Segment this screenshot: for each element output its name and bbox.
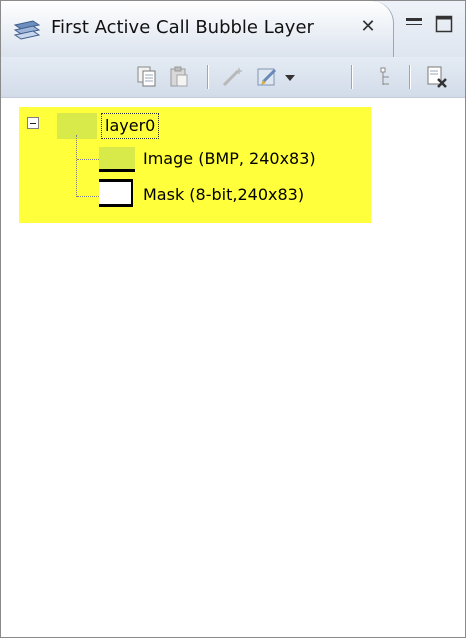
tree-connector [77, 159, 101, 160]
edit-icon[interactable] [255, 65, 279, 89]
mask-icon [99, 179, 133, 207]
tree-item-mask[interactable]: Mask (8-bit,240x83) [143, 183, 304, 207]
view-tab[interactable]: First Active Call Bubble Layer ✕ [1, 1, 394, 57]
toolbar-separator [207, 65, 209, 89]
layer-panel: First Active Call Bubble Layer ✕ layer0 … [0, 0, 466, 638]
hierarchy-icon[interactable] [375, 65, 399, 89]
tree-item-image[interactable]: Image (BMP, 240x83) [143, 147, 316, 171]
image-icon [99, 147, 135, 172]
minimize-icon[interactable] [403, 13, 425, 35]
layers-icon [13, 20, 41, 40]
collapse-toggle[interactable] [27, 117, 39, 129]
copy-icon[interactable] [135, 65, 159, 89]
delete-layer-icon[interactable] [425, 65, 449, 89]
view-title: First Active Call Bubble Layer [51, 17, 314, 38]
toolbar-separator [409, 65, 411, 89]
tree-connector [76, 135, 78, 197]
dropdown-arrow-icon[interactable] [285, 75, 295, 81]
toolbar-separator [351, 65, 353, 89]
view-tab-bar: First Active Call Bubble Layer ✕ [1, 1, 465, 58]
toolbar [1, 57, 465, 98]
cut-icon[interactable] [221, 65, 245, 89]
maximize-icon[interactable] [433, 13, 455, 35]
tree-connector [77, 196, 101, 197]
close-icon[interactable]: ✕ [357, 16, 379, 38]
paste-icon[interactable] [167, 65, 191, 89]
tree-item-layer0[interactable]: layer0 [101, 113, 160, 139]
